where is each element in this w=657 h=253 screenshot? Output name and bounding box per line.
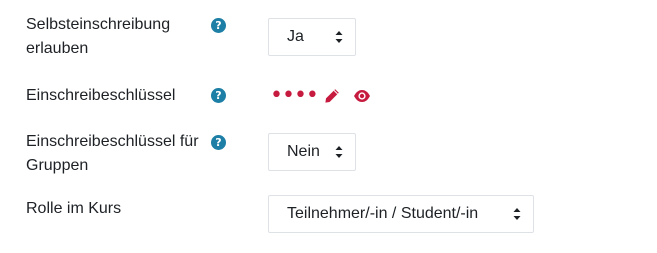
- course-role-label-line1: Rolle im Kurs: [26, 200, 122, 217]
- course-role-select[interactable]: Teilnehmer/-in / Student/-in: [268, 195, 534, 233]
- course-role-label: Rolle im Kurs: [26, 197, 208, 221]
- course-role-select-value: Teilnehmer/-in / Student/-in: [287, 205, 479, 222]
- sort-arrows-icon: [335, 31, 343, 43]
- enrolment-key-field[interactable]: ••••: [270, 83, 371, 108]
- self-enrolment-select[interactable]: Ja: [268, 18, 356, 56]
- group-key-label-line1: Einschreibeschlüssel für: [26, 133, 199, 150]
- question-circle-icon[interactable]: ?: [211, 88, 226, 103]
- enrolment-key-label: Einschreibeschlüssel: [26, 84, 208, 108]
- group-key-select-value: Nein: [287, 143, 320, 160]
- sort-arrows-icon: [335, 146, 343, 158]
- group-key-select[interactable]: Nein: [268, 133, 356, 171]
- masked-password: ••••: [270, 83, 319, 108]
- self-enrolment-label-line2: erlauben: [26, 40, 89, 57]
- self-enrolment-select-value: Ja: [287, 28, 304, 45]
- group-key-label: Einschreibeschlüssel für Gruppen: [26, 130, 208, 178]
- group-key-label-line2: Gruppen: [26, 157, 89, 174]
- self-enrolment-label-line1: Selbsteinschreibung: [26, 16, 171, 33]
- question-circle-icon[interactable]: ?: [211, 18, 226, 33]
- pencil-icon[interactable]: [324, 88, 340, 104]
- sort-arrows-icon: [513, 208, 521, 220]
- enrolment-key-label-line1: Einschreibeschlüssel: [26, 87, 176, 104]
- self-enrolment-label: Selbsteinschreibung erlauben: [26, 13, 208, 61]
- question-circle-icon[interactable]: ?: [211, 135, 226, 150]
- eye-icon[interactable]: [353, 89, 371, 103]
